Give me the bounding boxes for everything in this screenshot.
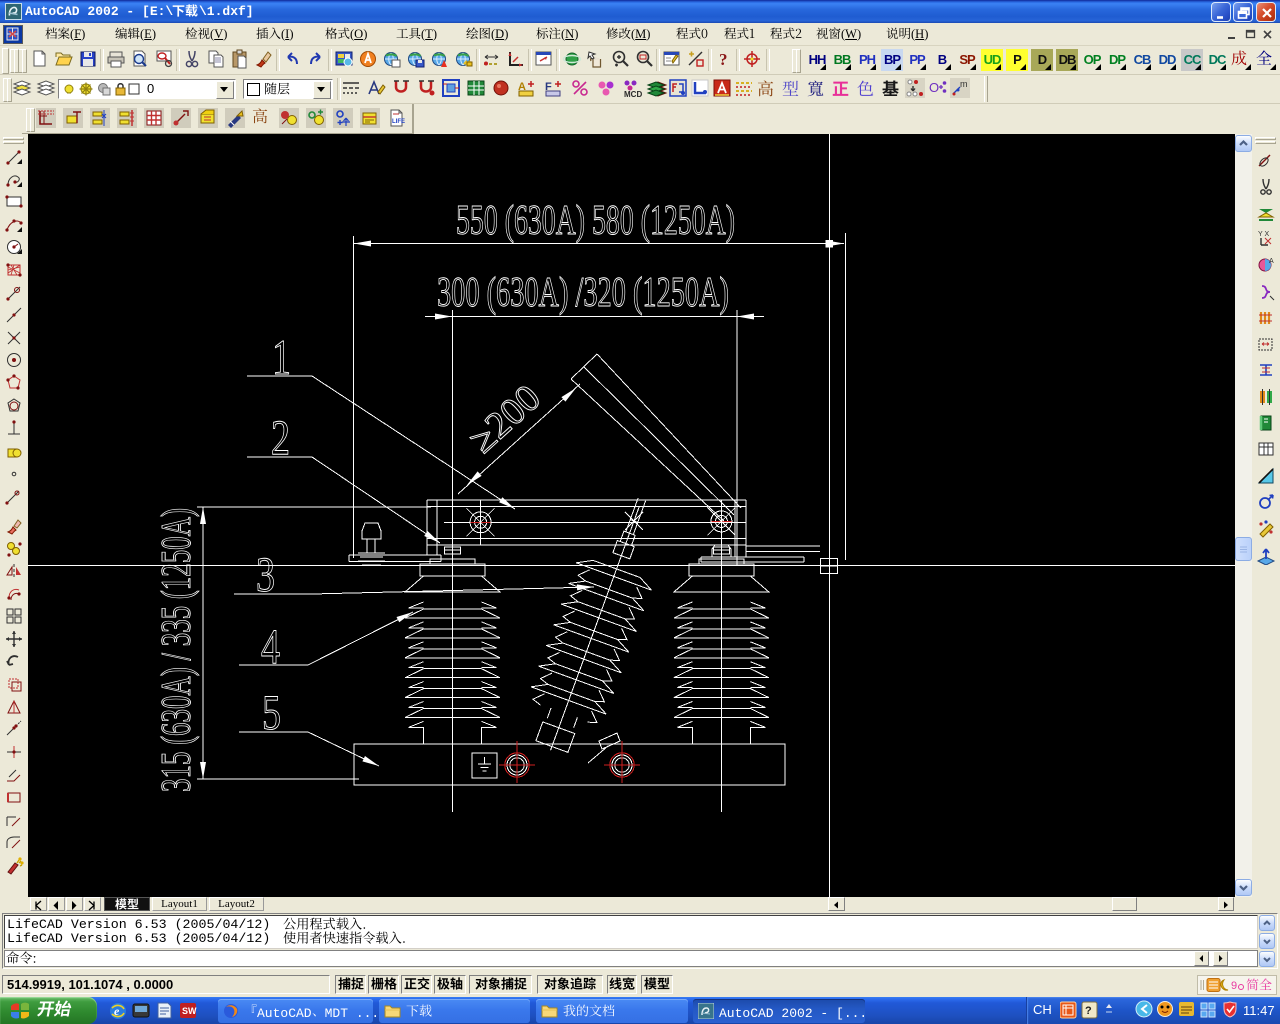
svg-text:?: ? bbox=[1085, 1005, 1092, 1017]
svg-text:O: O bbox=[929, 80, 939, 95]
svg-text:Y X: Y X bbox=[1258, 231, 1269, 238]
svg-text:1: 1 bbox=[272, 329, 291, 385]
svg-text:≥200: ≥200 bbox=[461, 377, 549, 462]
svg-text:550 (630A) 580 (1250A): 550 (630A) 580 (1250A) bbox=[456, 198, 735, 244]
svg-text:?: ? bbox=[719, 50, 728, 69]
svg-text:e: e bbox=[114, 1004, 120, 1018]
svg-text:A: A bbox=[1269, 258, 1274, 265]
svg-text:MCD: MCD bbox=[624, 90, 642, 98]
svg-text:9: 9 bbox=[1231, 980, 1237, 992]
svg-text:m: m bbox=[960, 79, 968, 89]
svg-text:SW: SW bbox=[182, 1006, 197, 1016]
svg-text:300 (630A) /320 (1250A): 300 (630A) /320 (1250A) bbox=[437, 270, 729, 316]
svg-text:315 (630A) / 335 (1250A): 315 (630A) / 335 (1250A) bbox=[154, 508, 200, 792]
svg-text:LIFE: LIFE bbox=[392, 119, 405, 125]
svg-text:4: 4 bbox=[261, 618, 280, 674]
